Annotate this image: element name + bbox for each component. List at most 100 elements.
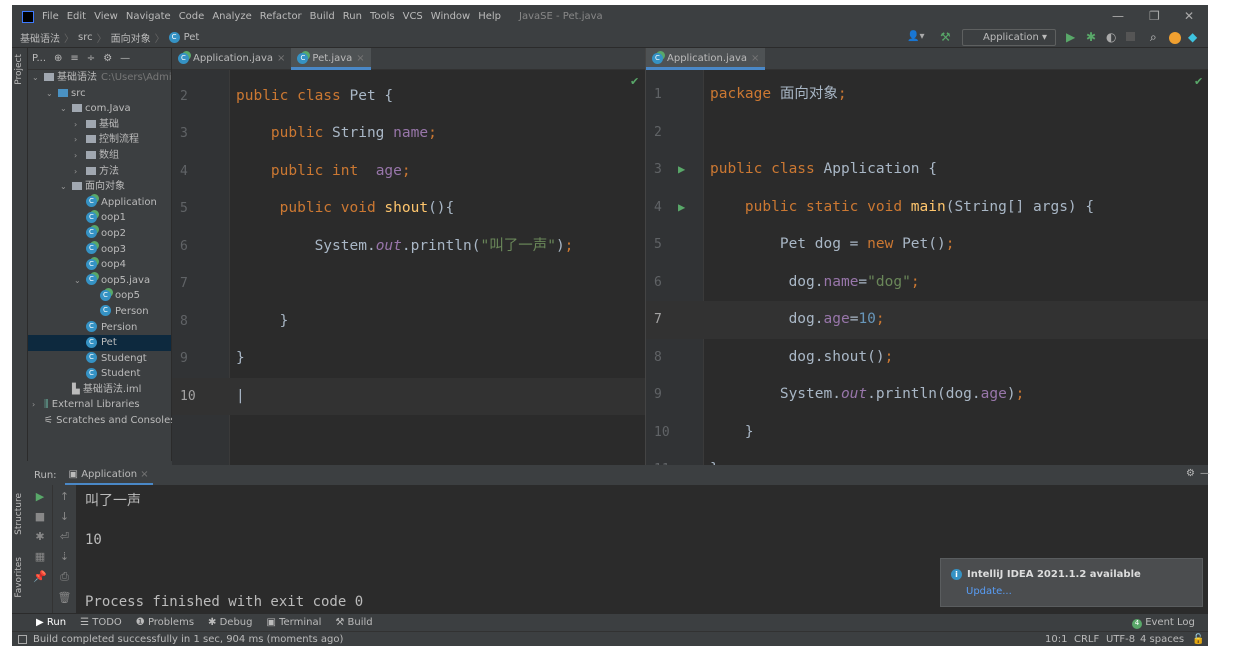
pin-icon[interactable]: 📌 <box>33 570 47 583</box>
code-line[interactable]: 7 dog.age=10; <box>646 301 1208 339</box>
tree-item[interactable]: C Application <box>28 195 171 211</box>
expand-arrow-icon[interactable]: › <box>74 117 86 133</box>
minimize-icon[interactable]: — <box>1112 9 1124 23</box>
layout-icon[interactable]: ▦ <box>35 550 45 563</box>
settings-icon[interactable]: ⚙ <box>103 53 112 64</box>
soft-wrap-icon[interactable]: ⏎ <box>60 530 69 543</box>
tree-item[interactable]: Coop2 <box>28 226 171 242</box>
editor-application-java[interactable]: 1 package 面向对象; 2 3 ▶ public class Applicatio… <box>645 48 1208 465</box>
breadcrumb-item[interactable]: 基础语法 <box>20 30 60 45</box>
update-link[interactable]: Update... <box>966 586 1202 597</box>
tree-item[interactable]: ⌄ com.Java <box>28 101 171 117</box>
tree-item[interactable]: Coop5 <box>28 288 171 304</box>
tree-item[interactable]: ▙ 基础语法.iml <box>28 382 171 398</box>
run-tab-application[interactable]: ▣ Application × <box>64 466 153 485</box>
tree-item[interactable]: Coop1 <box>28 210 171 226</box>
editor-tab[interactable]: C Application.java × <box>172 48 291 70</box>
tree-item[interactable]: › 基础 <box>28 117 171 133</box>
tree-item[interactable]: › 控制流程 <box>28 132 171 148</box>
caret-position[interactable]: 10:1 <box>1045 634 1067 645</box>
file-encoding[interactable]: UTF-8 <box>1106 634 1135 645</box>
run-icon[interactable]: ▶ <box>1066 30 1075 44</box>
search-icon[interactable]: ⌕ <box>1150 30 1157 45</box>
settings-icon[interactable]: ⚙ <box>1186 468 1195 479</box>
code-line[interactable]: 4 public int age; <box>172 153 645 191</box>
toggle-tool-windows-icon[interactable] <box>18 634 27 644</box>
up-arrow-icon[interactable]: ↑ <box>60 490 69 503</box>
tool-tab-debug[interactable]: ✱ Debug <box>208 617 252 628</box>
code-line[interactable]: 9} <box>172 340 645 378</box>
code-area[interactable]: 1package 面向对象;2public class Pet {3 publi… <box>172 50 645 465</box>
locate-icon[interactable]: ⊕ <box>54 53 62 64</box>
menu-item-run[interactable]: Run <box>343 11 362 22</box>
expand-arrow-icon[interactable]: ⌄ <box>60 179 72 195</box>
toolbox-icon[interactable]: ◆ <box>1188 30 1197 44</box>
breadcrumb-item[interactable]: Pet <box>184 32 200 43</box>
tree-item[interactable]: ⌄ 面向对象 <box>28 179 171 195</box>
tool-tab-terminal[interactable]: ▣ Terminal <box>266 617 321 628</box>
code-line[interactable]: 2 <box>646 114 1208 152</box>
expand-arrow-icon[interactable]: › <box>74 164 86 180</box>
project-view-dropdown[interactable]: P... <box>32 53 46 64</box>
favorites-tool-button[interactable]: Favorites <box>14 557 24 598</box>
menu-item-edit[interactable]: Edit <box>67 11 86 22</box>
menu-item-code[interactable]: Code <box>179 11 205 22</box>
tool-tab-run[interactable]: ▶ Run <box>36 617 66 628</box>
code-line[interactable]: 7 <box>172 265 645 303</box>
menu-item-file[interactable]: File <box>42 11 59 22</box>
tool-tab-build[interactable]: ⚒ Build <box>335 617 372 628</box>
print-icon[interactable]: ⎙ <box>60 570 69 584</box>
code-line[interactable]: 6 System.out.println("叫了一声"); <box>172 228 645 266</box>
code-line[interactable]: 8 dog.shout(); <box>646 339 1208 377</box>
run-gutter-icon[interactable]: ▶ <box>678 189 685 227</box>
expand-arrow-icon[interactable]: › <box>74 132 86 148</box>
restore-icon[interactable]: ❐ <box>1149 9 1160 23</box>
code-line[interactable]: 5 Pet dog = new Pet(); <box>646 226 1208 264</box>
menu-item-vcs[interactable]: VCS <box>403 11 423 22</box>
tree-item[interactable]: C Persion <box>28 320 171 336</box>
code-area[interactable]: 1 package 面向对象; 2 3 ▶ public class Applicatio… <box>646 70 1208 465</box>
tree-item[interactable]: C Student <box>28 366 171 382</box>
expand-arrow-icon[interactable]: › <box>74 148 86 164</box>
debug-icon[interactable]: ✱ <box>1086 30 1096 44</box>
collapse-all-icon[interactable]: ÷ <box>87 53 95 64</box>
code-line[interactable]: 1 package 面向对象; <box>646 76 1208 114</box>
menu-item-view[interactable]: View <box>94 11 118 22</box>
code-line[interactable]: 8 } <box>172 303 645 341</box>
tree-item[interactable]: C Person <box>28 304 171 320</box>
tree-item[interactable]: ⌄ src <box>28 86 171 102</box>
expand-arrow-icon[interactable]: ⌄ <box>74 273 86 289</box>
tree-item[interactable]: ⌄ 基础语法 C:\Users\Admir <box>28 70 176 86</box>
scroll-to-end-icon[interactable]: ⇣ <box>60 550 69 563</box>
menu-item-tools[interactable]: Tools <box>370 11 395 22</box>
editor-pet-java[interactable]: 1package 面向对象;2public class Pet {3 publi… <box>172 48 645 465</box>
indent-setting[interactable]: 4 spaces <box>1140 634 1184 645</box>
tree-item[interactable]: Coop4 <box>28 257 171 273</box>
run-gutter-icon[interactable]: ▶ <box>678 151 685 189</box>
editor-tab[interactable]: C Pet.java × <box>291 48 371 70</box>
tree-item[interactable]: ⚟ Scratches and Consoles <box>28 413 175 429</box>
stop-icon[interactable]: ■ <box>35 510 45 523</box>
code-line[interactable]: 11} <box>646 451 1208 465</box>
close-tab-icon[interactable]: × <box>277 53 285 64</box>
coverage-icon[interactable]: ◐ <box>1106 30 1116 44</box>
tree-item[interactable]: C Studengt <box>28 351 171 367</box>
tree-item[interactable]: › 数组 <box>28 148 171 164</box>
tree-item[interactable]: › 方法 <box>28 164 171 180</box>
tree-item[interactable]: › ⫼ External Libraries <box>28 397 171 413</box>
code-line[interactable]: 4 ▶ public static void main(String[] args… <box>646 189 1208 227</box>
line-separator[interactable]: CRLF <box>1074 634 1099 645</box>
structure-tool-button[interactable]: Structure <box>14 493 24 535</box>
project-tool-button[interactable]: Project <box>14 54 24 85</box>
hide-icon[interactable]: — <box>1200 468 1210 479</box>
code-line[interactable]: 9 System.out.println(dog.age); <box>646 376 1208 414</box>
rerun-icon[interactable]: ▶ <box>36 490 44 503</box>
expand-arrow-icon[interactable]: ⌄ <box>32 70 44 86</box>
code-line[interactable]: 10 } <box>646 414 1208 452</box>
expand-arrow-icon[interactable]: ⌄ <box>60 101 72 117</box>
code-line[interactable]: 3 public String name; <box>172 115 645 153</box>
lock-icon[interactable]: 🔓 <box>1192 634 1204 645</box>
menu-item-analyze[interactable]: Analyze <box>212 11 251 22</box>
tree-item[interactable]: ⌄ Coop5.java <box>28 273 171 289</box>
code-line[interactable]: 10 | <box>172 377 645 415</box>
